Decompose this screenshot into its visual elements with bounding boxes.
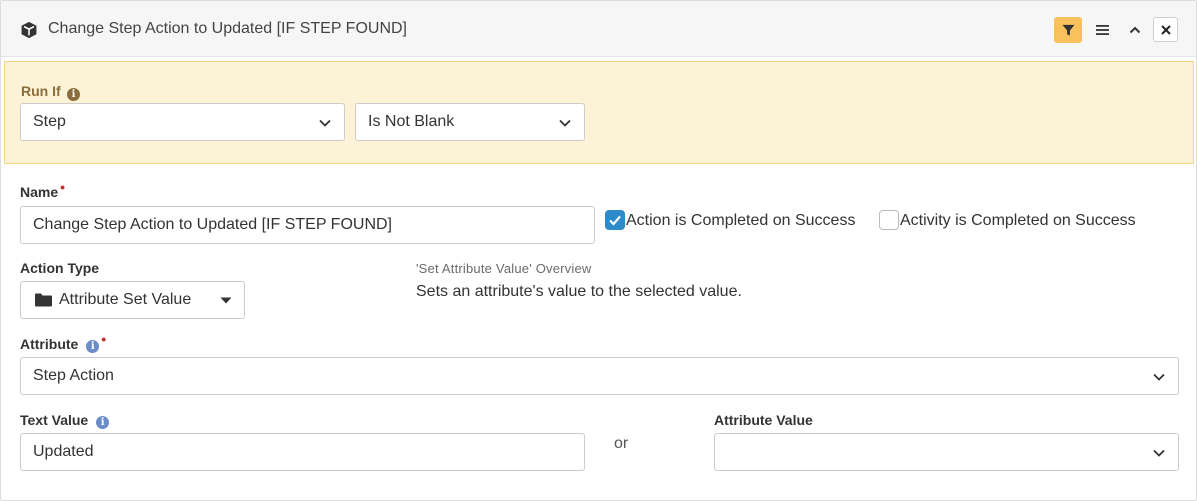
attribute-value-label: Attribute Value <box>714 412 813 428</box>
action-completed-label[interactable]: Action is Completed on Success <box>626 212 855 230</box>
bars-icon <box>1095 25 1109 35</box>
text-value-label: Text Value i <box>20 412 110 429</box>
close-button[interactable] <box>1153 17 1178 42</box>
action-type-select[interactable]: Attribute Set Value <box>20 281 245 319</box>
collapse-button[interactable] <box>1121 17 1149 43</box>
name-label-text: Name <box>20 184 59 200</box>
attribute-label: Attribute i • <box>20 331 106 353</box>
name-label: Name • <box>20 179 65 200</box>
or-separator: or <box>614 435 629 452</box>
run-if-info[interactable]: i <box>67 84 80 105</box>
run-if-field-value: Step <box>33 113 66 130</box>
chevron-down-icon <box>559 119 571 127</box>
run-if-label: Run If <box>21 83 61 99</box>
cube-icon <box>21 21 37 39</box>
attribute-value: Step Action <box>33 367 114 384</box>
panel-header: Change Step Action to Updated [IF STEP F… <box>1 1 1196 57</box>
chevron-down-icon <box>319 119 331 127</box>
attribute-select[interactable]: Step Action <box>20 357 1179 395</box>
chevron-up-icon <box>1129 26 1141 34</box>
overview-title: 'Set Attribute Value' Overview <box>416 261 592 276</box>
run-if-operator-select[interactable]: Is Not Blank <box>355 103 585 141</box>
action-type-value: Attribute Set Value <box>59 291 192 308</box>
attribute-value-select[interactable] <box>714 433 1179 471</box>
info-icon: i <box>67 88 80 101</box>
info-icon[interactable]: i <box>96 416 110 429</box>
activity-completed-checkbox[interactable] <box>879 210 899 230</box>
menu-button[interactable] <box>1088 17 1116 43</box>
panel-title: Change Step Action to Updated [IF STEP F… <box>48 20 407 37</box>
chevron-down-icon <box>1153 373 1165 381</box>
action-type-label: Action Type <box>20 260 100 276</box>
workflow-action-panel: Change Step Action to Updated [IF STEP F… <box>0 0 1197 501</box>
run-if-field-select[interactable]: Step <box>20 103 345 141</box>
activity-completed-label[interactable]: Activity is Completed on Success <box>900 212 1136 230</box>
text-value-input[interactable] <box>20 433 585 471</box>
overview-text: Sets an attribute's value to the selecte… <box>416 283 742 300</box>
caret-down-icon <box>220 297 232 304</box>
close-icon <box>1160 24 1171 35</box>
chevron-down-icon <box>1153 449 1165 457</box>
required-indicator: • <box>101 331 107 347</box>
action-completed-checkbox[interactable] <box>605 210 625 230</box>
required-indicator: • <box>60 179 66 195</box>
name-input[interactable] <box>20 206 595 244</box>
info-icon[interactable]: i <box>86 340 100 353</box>
run-if-operator-value: Is Not Blank <box>368 113 455 130</box>
attribute-label-text: Attribute <box>20 336 79 352</box>
run-if-section: Run If i Step Is Not Blank <box>4 61 1194 164</box>
filter-icon <box>1061 24 1075 36</box>
folder-icon <box>35 293 52 307</box>
text-value-label-text: Text Value <box>20 412 89 428</box>
filter-button[interactable] <box>1054 17 1082 43</box>
checkmark-icon <box>609 215 621 226</box>
